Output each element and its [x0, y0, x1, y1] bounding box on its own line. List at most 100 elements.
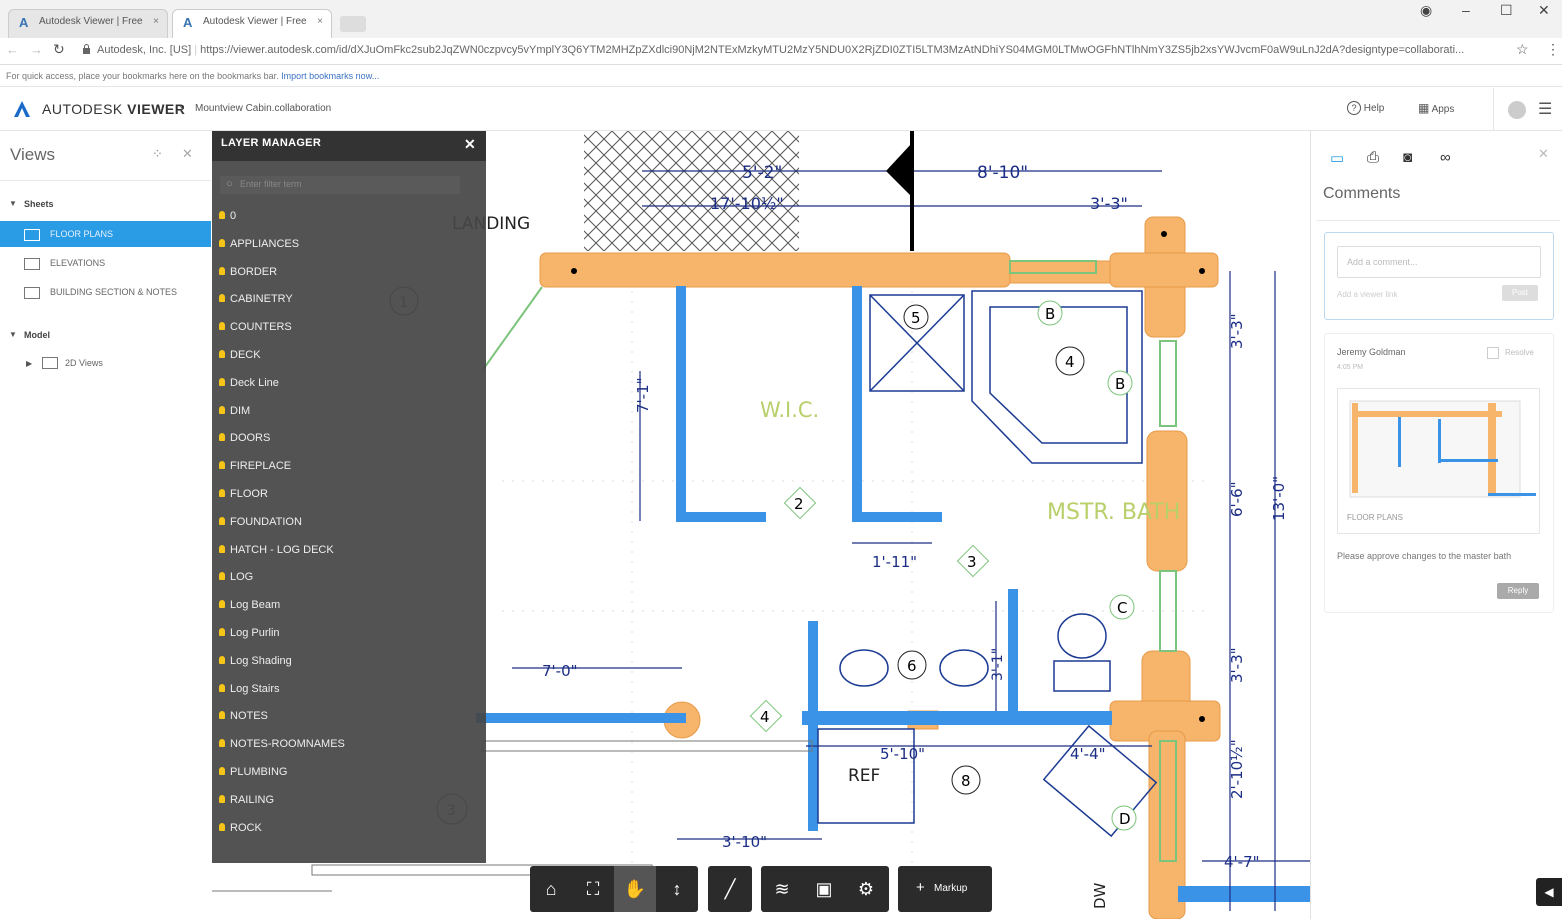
close-layer-manager-icon[interactable]: ✕	[464, 136, 476, 153]
settings-button[interactable]: ⚙	[845, 866, 887, 912]
sheet-item-elevations[interactable]: ELEVATIONS	[0, 250, 211, 276]
layer-item[interactable]: BORDER	[219, 262, 277, 282]
lightbulb-icon[interactable]	[219, 461, 225, 470]
collapse-caret-icon[interactable]: ▼	[9, 330, 17, 339]
lightbulb-icon[interactable]	[219, 211, 225, 219]
back-icon[interactable]: ←	[6, 42, 19, 57]
markup-button[interactable]: + Markup	[898, 866, 992, 912]
reload-icon[interactable]: ↻	[53, 41, 65, 58]
close-comments-icon[interactable]: ✕	[1538, 146, 1549, 162]
hamburger-menu-icon[interactable]: ☰	[1538, 99, 1552, 119]
layer-filter-input[interactable]: ○ Enter filter term	[220, 176, 460, 194]
close-icon[interactable]: ×	[153, 16, 159, 27]
browser-tab[interactable]: A Autodesk Viewer | Free ×	[8, 9, 168, 38]
properties-button[interactable]: ▣	[803, 866, 845, 912]
layer-item[interactable]: Log Purlin	[219, 623, 280, 643]
layer-item[interactable]: Log Beam	[219, 595, 280, 615]
print-icon[interactable]: ⎙	[1367, 149, 1379, 166]
apps-button[interactable]: ▦ Apps	[1418, 101, 1454, 115]
new-tab-button[interactable]	[340, 16, 366, 32]
layer-item[interactable]: ROCK	[219, 818, 262, 838]
layer-item[interactable]: COUNTERS	[219, 317, 292, 337]
lightbulb-icon[interactable]	[219, 294, 225, 303]
dock-icon[interactable]: ⁘	[152, 146, 163, 162]
sheets-section-label[interactable]: Sheets	[24, 199, 54, 209]
layer-item[interactable]: Deck Line	[219, 373, 279, 393]
profile-icon[interactable]: ◉	[1420, 2, 1432, 19]
lightbulb-icon[interactable]	[219, 767, 225, 775]
maximize-icon[interactable]: ☐	[1500, 2, 1513, 19]
layer-item[interactable]: RAILING	[219, 790, 274, 810]
feedback-button[interactable]: ◀	[1536, 878, 1562, 906]
close-panel-icon[interactable]: ✕	[182, 146, 193, 162]
resolve-checkbox[interactable]	[1487, 347, 1499, 359]
layers-button[interactable]: ≋	[761, 866, 803, 912]
measure-button[interactable]: ╱	[709, 866, 751, 912]
lightbulb-icon[interactable]	[219, 822, 225, 831]
layer-item[interactable]: DECK	[219, 345, 261, 365]
breadcrumb[interactable]: Mountview Cabin.collaboration	[195, 103, 331, 114]
lightbulb-icon[interactable]	[219, 266, 225, 275]
collapse-caret-icon[interactable]: ▼	[9, 199, 17, 208]
lightbulb-icon[interactable]	[219, 238, 225, 247]
lightbulb-icon[interactable]	[219, 544, 225, 553]
layer-item[interactable]: FLOOR	[219, 484, 268, 504]
layer-item[interactable]: CABINETRY	[219, 289, 293, 309]
lightbulb-icon[interactable]	[219, 377, 225, 386]
browser-tab-active[interactable]: A Autodesk Viewer | Free ×	[172, 9, 332, 38]
model-section-label[interactable]: Model	[24, 330, 50, 340]
url-field[interactable]: Autodesk, Inc. [US] | https://viewer.aut…	[97, 40, 1522, 60]
pan-button[interactable]: ✋	[614, 866, 656, 912]
add-viewer-link[interactable]: Add a viewer link	[1337, 290, 1397, 299]
forward-icon[interactable]: →	[30, 42, 43, 57]
link-icon[interactable]: ∞	[1440, 149, 1451, 166]
model-item-2d-views[interactable]: 2D Views	[65, 358, 103, 368]
expand-caret-icon[interactable]: ▶	[26, 359, 32, 368]
layer-item[interactable]: HATCH - LOG DECK	[219, 540, 334, 560]
app-brand[interactable]: AUTODESK VIEWER	[42, 101, 185, 117]
layer-item[interactable]: Log Stairs	[219, 679, 280, 699]
lightbulb-icon[interactable]	[219, 739, 225, 748]
sheet-item-building-section[interactable]: BUILDING SECTION & NOTES	[0, 279, 211, 305]
zoom-button[interactable]: ↕	[656, 866, 698, 912]
fit-button[interactable]: ⛶	[572, 866, 614, 912]
lightbulb-icon[interactable]	[219, 794, 225, 803]
help-button[interactable]: ? Help	[1347, 101, 1384, 115]
close-icon[interactable]: ×	[317, 16, 323, 27]
layer-item[interactable]: PLUMBING	[219, 762, 287, 782]
comment-input[interactable]: Add a comment...	[1337, 246, 1541, 278]
layer-item[interactable]: FOUNDATION	[219, 512, 302, 532]
bookmark-star-icon[interactable]: ☆	[1516, 41, 1529, 58]
lightbulb-icon[interactable]	[219, 600, 225, 609]
lightbulb-icon[interactable]	[219, 433, 225, 442]
layer-item[interactable]: APPLIANCES	[219, 234, 299, 254]
layer-item[interactable]: NOTES-ROOMNAMES	[219, 734, 345, 754]
lightbulb-icon[interactable]	[219, 655, 225, 664]
lightbulb-icon[interactable]	[219, 405, 225, 414]
import-bookmarks-link[interactable]: Import bookmarks now...	[281, 71, 379, 81]
layer-item[interactable]: FIREPLACE	[219, 456, 291, 476]
post-button[interactable]: Post	[1502, 285, 1538, 301]
menu-kebab-icon[interactable]: ⋮	[1546, 41, 1560, 58]
layer-item[interactable]: NOTES	[219, 706, 268, 726]
comment-thumbnail[interactable]: FLOOR PLANS	[1337, 388, 1540, 534]
sheet-item-floor-plans[interactable]: FLOOR PLANS	[0, 221, 211, 247]
comments-tab-icon[interactable]: ▭	[1330, 149, 1344, 167]
minimize-icon[interactable]: –	[1462, 2, 1470, 18]
layer-item[interactable]: 0	[219, 206, 236, 226]
avatar[interactable]	[1508, 101, 1526, 119]
layer-item[interactable]: LOG	[219, 567, 253, 587]
close-window-icon[interactable]: ✕	[1538, 2, 1550, 19]
lightbulb-icon[interactable]	[219, 350, 225, 358]
home-button[interactable]: ⌂	[530, 866, 572, 912]
lightbulb-icon[interactable]	[219, 516, 225, 525]
reply-button[interactable]: Reply	[1497, 583, 1539, 599]
layer-item[interactable]: Log Shading	[219, 651, 292, 671]
lightbulb-icon[interactable]	[219, 683, 225, 692]
layer-item[interactable]: DIM	[219, 401, 250, 421]
camera-icon[interactable]: ◙	[1403, 149, 1412, 166]
lightbulb-icon[interactable]	[219, 628, 225, 636]
lightbulb-icon[interactable]	[219, 322, 225, 331]
lightbulb-icon[interactable]	[219, 489, 225, 497]
lightbulb-icon[interactable]	[219, 711, 225, 720]
